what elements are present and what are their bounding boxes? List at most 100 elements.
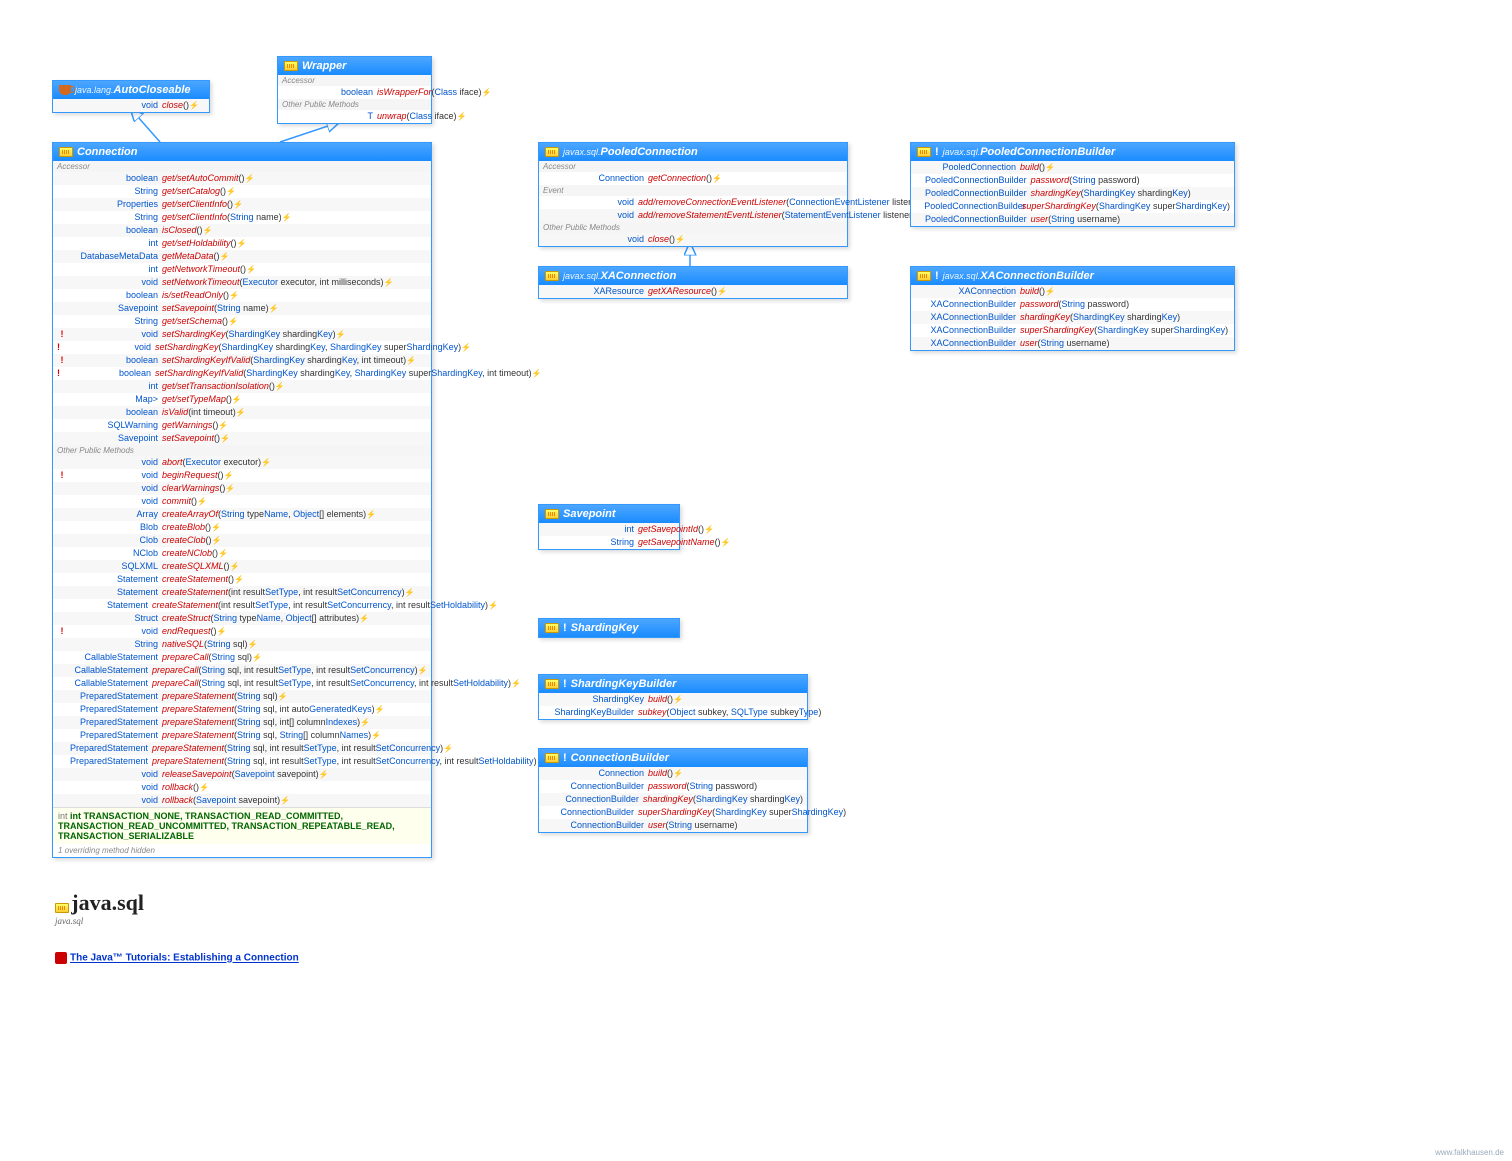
interface-icon bbox=[917, 271, 931, 281]
method-row: PooledConnectionBuilder user (String use… bbox=[911, 213, 1234, 226]
method-row: int getSavepointId () ⚡ bbox=[539, 523, 679, 536]
method-row: Properties get/setClientInfo () ⚡ bbox=[53, 198, 431, 211]
method-row: XAConnection build () ⚡ bbox=[911, 285, 1234, 298]
interface-icon bbox=[545, 753, 559, 763]
method-row: PooledConnectionBuilder superShardingKey… bbox=[911, 200, 1234, 213]
class-name: PooledConnectionBuilder bbox=[980, 146, 1115, 158]
new-icon: ! bbox=[563, 622, 567, 634]
method-row: void close () ⚡ bbox=[53, 99, 209, 112]
method-row: int get/setTransactionIsolation () ⚡ bbox=[53, 380, 431, 393]
class-xaconnectionbuilder: ! javax.sql.XAConnectionBuilder XAConnect… bbox=[910, 266, 1235, 351]
interface-icon bbox=[59, 147, 73, 157]
method-row: ConnectionBuilder user (String username) bbox=[539, 819, 807, 832]
method-row: int get/setHoldability () ⚡ bbox=[53, 237, 431, 250]
pkg-label: javax.sql. bbox=[943, 147, 981, 157]
method-row: XAConnectionBuilder user (String usernam… bbox=[911, 337, 1234, 350]
method-row: PooledConnection build () ⚡ bbox=[911, 161, 1234, 174]
method-row: ConnectionBuilder password (String passw… bbox=[539, 780, 807, 793]
package-label: java.sql java.sql bbox=[55, 890, 144, 926]
tutorial-link[interactable]: The Java™ Tutorials: Establishing a Conn… bbox=[55, 952, 299, 964]
class-name: Connection bbox=[77, 146, 138, 158]
new-icon: ! bbox=[935, 146, 939, 158]
class-header: javax.sql.PooledConnection bbox=[539, 143, 847, 161]
section-label: Event bbox=[539, 185, 847, 196]
method-row: XAConnectionBuilder password (String pas… bbox=[911, 298, 1234, 311]
method-row: XAResource getXAResource () ⚡ bbox=[539, 285, 847, 298]
class-name: XAConnection bbox=[601, 270, 677, 282]
method-row: SQLXML createSQLXML () ⚡ bbox=[53, 560, 431, 573]
class-header: java.lang.AutoCloseable bbox=[53, 81, 209, 99]
new-icon: ! bbox=[935, 270, 939, 282]
class-name: Wrapper bbox=[302, 60, 346, 72]
method-row: boolean get/setAutoCommit () ⚡ bbox=[53, 172, 431, 185]
method-row: Map> get/setTypeMap () ⚡ bbox=[53, 393, 431, 406]
class-name: AutoCloseable bbox=[114, 84, 191, 96]
method-row: Connection build () ⚡ bbox=[539, 767, 807, 780]
interface-icon bbox=[545, 147, 559, 157]
class-name: PooledConnection bbox=[601, 146, 698, 158]
method-row: PreparedStatement prepareStatement (Stri… bbox=[53, 716, 431, 729]
interface-icon bbox=[55, 903, 69, 913]
method-row: Statement createStatement (int resultSet… bbox=[53, 586, 431, 599]
class-autocloseable: java.lang.AutoCloseable void close () ⚡ bbox=[52, 80, 210, 113]
package-sub: java.sql bbox=[55, 916, 83, 926]
method-row: XAConnectionBuilder shardingKey (Shardin… bbox=[911, 311, 1234, 324]
method-row: String get/setCatalog () ⚡ bbox=[53, 185, 431, 198]
method-row: Statement createStatement (int resultSet… bbox=[53, 599, 431, 612]
interface-icon bbox=[917, 147, 931, 157]
constants: int int TRANSACTION_NONE, TRANSACTION_RE… bbox=[53, 807, 431, 844]
method-row: !boolean setShardingKeyIfValid (Sharding… bbox=[53, 354, 431, 367]
method-row: Savepoint setSavepoint () ⚡ bbox=[53, 432, 431, 445]
method-row: boolean isValid (int timeout) ⚡ bbox=[53, 406, 431, 419]
method-row: XAConnectionBuilder superShardingKey (Sh… bbox=[911, 324, 1234, 337]
method-row: PreparedStatement prepareStatement (Stri… bbox=[53, 703, 431, 716]
class-name: ShardingKeyBuilder bbox=[571, 678, 677, 690]
method-row: void commit () ⚡ bbox=[53, 495, 431, 508]
interface-icon bbox=[545, 623, 559, 633]
method-row: void add/removeConnectionEventListener (… bbox=[539, 196, 847, 209]
class-xaconnection: javax.sql.XAConnection XAResource getXAR… bbox=[538, 266, 848, 299]
method-row: Savepoint setSavepoint (String name) ⚡ bbox=[53, 302, 431, 315]
method-row: PooledConnectionBuilder shardingKey (Sha… bbox=[911, 187, 1234, 200]
method-row: boolean is/setReadOnly () ⚡ bbox=[53, 289, 431, 302]
section-label: Other Public Methods bbox=[53, 445, 431, 456]
class-name: XAConnectionBuilder bbox=[980, 270, 1094, 282]
class-header: !ConnectionBuilder bbox=[539, 749, 807, 767]
method-row: PreparedStatement prepareStatement (Stri… bbox=[53, 755, 431, 768]
method-row: Blob createBlob () ⚡ bbox=[53, 521, 431, 534]
method-row: void abort (Executor executor) ⚡ bbox=[53, 456, 431, 469]
method-row: Struct createStruct (String typeName, Ob… bbox=[53, 612, 431, 625]
interface-icon bbox=[545, 509, 559, 519]
method-row: T unwrap (Class iface) ⚡ bbox=[278, 110, 431, 123]
method-row: String getSavepointName () ⚡ bbox=[539, 536, 679, 549]
section-label: Accessor bbox=[278, 75, 431, 86]
credit: www.falkhausen.de bbox=[1435, 1148, 1504, 1157]
hidden-note: 1 overriding method hidden bbox=[53, 844, 431, 857]
method-row: DatabaseMetaData getMetaData () ⚡ bbox=[53, 250, 431, 263]
section-label: Accessor bbox=[53, 161, 431, 172]
class-header: Connection bbox=[53, 143, 431, 161]
class-connection: Connection Accessor boolean get/setAutoC… bbox=[52, 142, 432, 858]
method-row: void rollback (Savepoint savepoint) ⚡ bbox=[53, 794, 431, 807]
method-row: !boolean setShardingKeyIfValid (Sharding… bbox=[53, 367, 431, 380]
method-row: ConnectionBuilder superShardingKey (Shar… bbox=[539, 806, 807, 819]
method-row: void setNetworkTimeout (Executor executo… bbox=[53, 276, 431, 289]
class-name: ShardingKey bbox=[571, 622, 639, 634]
method-row: void clearWarnings () ⚡ bbox=[53, 482, 431, 495]
interface-icon bbox=[545, 679, 559, 689]
method-row: Connection getConnection () ⚡ bbox=[539, 172, 847, 185]
method-row: CallableStatement prepareCall (String sq… bbox=[53, 651, 431, 664]
pkg-label: javax.sql. bbox=[943, 271, 981, 281]
pkg-label: javax.sql. bbox=[563, 271, 601, 281]
method-row: void rollback () ⚡ bbox=[53, 781, 431, 794]
new-icon: ! bbox=[563, 752, 567, 764]
class-pooledconnection: javax.sql.PooledConnection AccessorConne… bbox=[538, 142, 848, 247]
method-row: !void setShardingKey (ShardingKey shardi… bbox=[53, 328, 431, 341]
method-row: NClob createNClob () ⚡ bbox=[53, 547, 431, 560]
pkg-label: java.lang. bbox=[75, 85, 114, 95]
class-shardingkey: ! ShardingKey bbox=[538, 618, 680, 638]
section-label: Other Public Methods bbox=[539, 222, 847, 233]
class-header: ! javax.sql.XAConnectionBuilder bbox=[911, 267, 1234, 285]
method-row: PreparedStatement prepareStatement (Stri… bbox=[53, 729, 431, 742]
method-row: !void beginRequest () ⚡ bbox=[53, 469, 431, 482]
